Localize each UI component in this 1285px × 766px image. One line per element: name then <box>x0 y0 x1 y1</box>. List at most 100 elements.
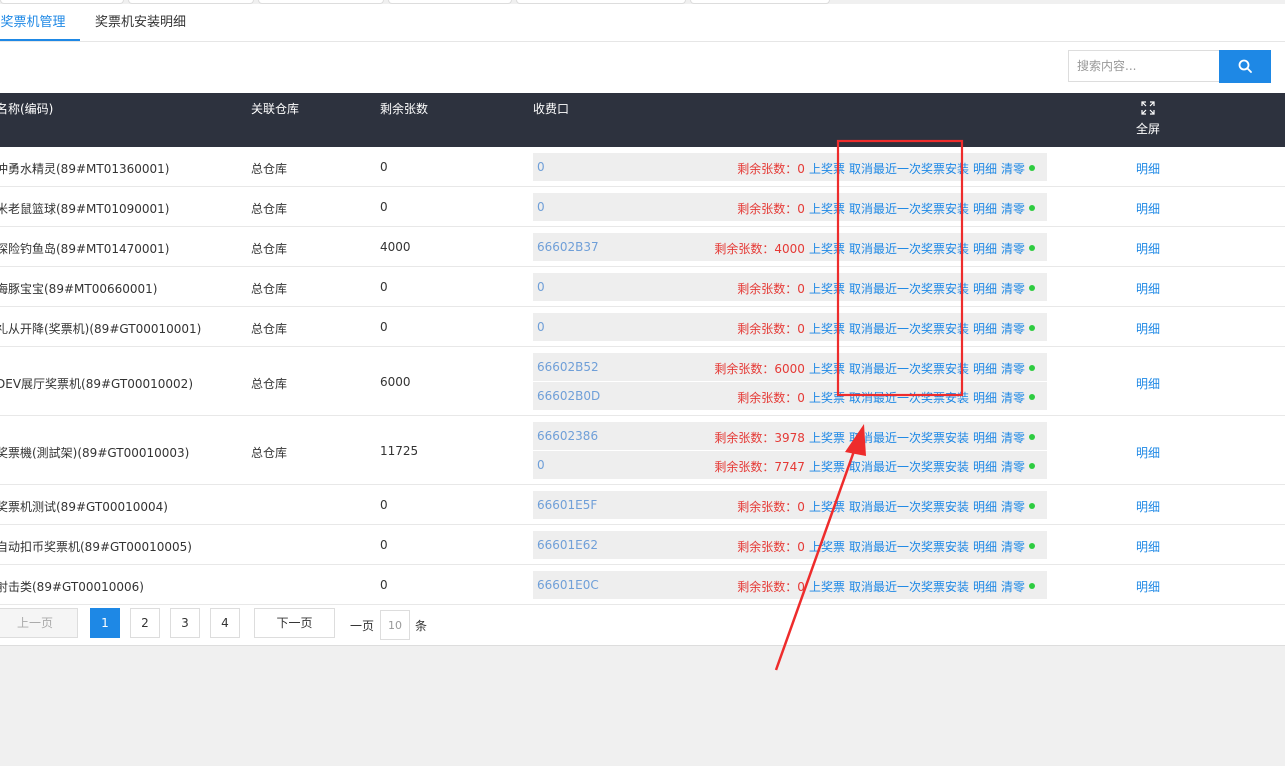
row-detail-link[interactable]: 明细 <box>1136 160 1160 177</box>
fullscreen-button[interactable]: 全屏 <box>1128 101 1168 137</box>
upload-tickets-link[interactable]: 上奖票 <box>809 540 845 554</box>
port-actions: 剩余张数：0 上奖票 取消最近一次奖票安装 明细 清零 <box>737 578 1035 595</box>
port-id-link[interactable]: 0 <box>537 458 545 472</box>
port-detail-link[interactable]: 明细 <box>973 162 997 176</box>
clear-link[interactable]: 清零 <box>1001 362 1025 376</box>
port-id-link[interactable]: 66602386 <box>537 429 598 443</box>
remaining-cell: 0 <box>380 320 388 334</box>
row-detail-link[interactable]: 明细 <box>1136 578 1160 595</box>
remain-prefix: 剩余张数： <box>737 391 798 405</box>
cancel-last-install-link[interactable]: 取消最近一次奖票安装 <box>849 282 969 296</box>
row-detail-link[interactable]: 明细 <box>1136 498 1160 515</box>
row-detail-link[interactable]: 明细 <box>1136 538 1160 555</box>
page-button-1[interactable]: 1 <box>90 608 120 638</box>
row-detail-link[interactable]: 明细 <box>1136 280 1160 297</box>
upload-tickets-link[interactable]: 上奖票 <box>809 242 845 256</box>
upload-tickets-link[interactable]: 上奖票 <box>809 162 845 176</box>
remaining-cell: 0 <box>380 200 388 214</box>
remain-value: 0 <box>797 162 805 176</box>
port-id-link[interactable]: 66601E0C <box>537 578 599 592</box>
cancel-last-install-link[interactable]: 取消最近一次奖票安装 <box>849 391 969 405</box>
clear-link[interactable]: 清零 <box>1001 242 1025 256</box>
cancel-last-install-link[interactable]: 取消最近一次奖票安装 <box>849 362 969 376</box>
prev-page-button[interactable]: 上一页 <box>0 608 78 638</box>
upload-tickets-link[interactable]: 上奖票 <box>809 431 845 445</box>
page-button-2[interactable]: 2 <box>130 608 160 638</box>
cancel-last-install-link[interactable]: 取消最近一次奖票安装 <box>849 431 969 445</box>
per-page-input[interactable] <box>380 610 410 640</box>
port-id-link[interactable]: 0 <box>537 200 545 214</box>
port-detail-link[interactable]: 明细 <box>973 322 997 336</box>
port-detail-link[interactable]: 明细 <box>973 242 997 256</box>
cancel-last-install-link[interactable]: 取消最近一次奖票安装 <box>849 460 969 474</box>
remain-prefix: 剩余张数： <box>737 580 798 594</box>
port-detail-link[interactable]: 明细 <box>973 202 997 216</box>
remaining-cell: 6000 <box>380 375 411 389</box>
machine-name: 海豚宝宝(89#MT00660001) <box>0 282 158 296</box>
port-detail-link[interactable]: 明细 <box>973 460 997 474</box>
clear-link[interactable]: 清零 <box>1001 202 1025 216</box>
upload-tickets-link[interactable]: 上奖票 <box>809 391 845 405</box>
clear-link[interactable]: 清零 <box>1001 322 1025 336</box>
row-detail-link[interactable]: 明细 <box>1136 200 1160 217</box>
port-id-link[interactable]: 66602B37 <box>537 240 599 254</box>
search-input[interactable] <box>1068 50 1220 82</box>
port-detail-link[interactable]: 明细 <box>973 540 997 554</box>
remain-prefix: 剩余张数： <box>737 540 798 554</box>
port-block: 66601E0C 剩余张数：0 上奖票 取消最近一次奖票安装 明细 清零 <box>533 571 1047 599</box>
remaining-cell: 0 <box>380 280 388 294</box>
upload-tickets-link[interactable]: 上奖票 <box>809 282 845 296</box>
port-detail-link[interactable]: 明细 <box>973 580 997 594</box>
port-detail-link[interactable]: 明细 <box>973 282 997 296</box>
row-detail-link[interactable]: 明细 <box>1136 375 1160 392</box>
cancel-last-install-link[interactable]: 取消最近一次奖票安装 <box>849 500 969 514</box>
page-button-3[interactable]: 3 <box>170 608 200 638</box>
tab-ticket-machine-management[interactable]: 奖票机管理 <box>0 4 80 41</box>
port-detail-link[interactable]: 明细 <box>973 391 997 405</box>
page-button-4[interactable]: 4 <box>210 608 240 638</box>
port-detail-link[interactable]: 明细 <box>973 431 997 445</box>
upload-tickets-link[interactable]: 上奖票 <box>809 500 845 514</box>
upload-tickets-link[interactable]: 上奖票 <box>809 460 845 474</box>
cancel-last-install-link[interactable]: 取消最近一次奖票安装 <box>849 322 969 336</box>
upload-tickets-link[interactable]: 上奖票 <box>809 202 845 216</box>
upload-tickets-link[interactable]: 上奖票 <box>809 362 845 376</box>
port-id-link[interactable]: 66601E62 <box>537 538 598 552</box>
table-row: 海豚宝宝(89#MT00660001) 总仓库 0 0 剩余张数：0 上奖票 取消最近一次奖… <box>0 267 1285 307</box>
remain-value: 4000 <box>774 242 805 256</box>
port-id-link[interactable]: 66602B52 <box>537 360 599 374</box>
cancel-last-install-link[interactable]: 取消最近一次奖票安装 <box>849 580 969 594</box>
clear-link[interactable]: 清零 <box>1001 431 1025 445</box>
status-dot-icon <box>1029 205 1035 211</box>
port-id-link[interactable]: 66601E5F <box>537 498 597 512</box>
row-detail-link[interactable]: 明细 <box>1136 240 1160 257</box>
row-detail-link[interactable]: 明细 <box>1136 320 1160 337</box>
search-button[interactable] <box>1219 50 1271 83</box>
table-row: 奖票机测试(89#GT00010004) 0 66601E5F 剩余张数：0 上奖票 取消… <box>0 485 1285 525</box>
port-id-link[interactable]: 0 <box>537 320 545 334</box>
remain-value: 0 <box>797 202 805 216</box>
cancel-last-install-link[interactable]: 取消最近一次奖票安装 <box>849 162 969 176</box>
port-id-link[interactable]: 0 <box>537 280 545 294</box>
cancel-last-install-link[interactable]: 取消最近一次奖票安装 <box>849 242 969 256</box>
clear-link[interactable]: 清零 <box>1001 391 1025 405</box>
port-id-link[interactable]: 66602B0D <box>537 389 600 403</box>
clear-link[interactable]: 清零 <box>1001 460 1025 474</box>
upload-tickets-link[interactable]: 上奖票 <box>809 322 845 336</box>
remain-value: 0 <box>797 282 805 296</box>
header-ports: 收费口 <box>533 102 570 116</box>
row-detail-link[interactable]: 明细 <box>1136 444 1160 461</box>
cancel-last-install-link[interactable]: 取消最近一次奖票安装 <box>849 202 969 216</box>
cancel-last-install-link[interactable]: 取消最近一次奖票安装 <box>849 540 969 554</box>
clear-link[interactable]: 清零 <box>1001 540 1025 554</box>
next-page-button[interactable]: 下一页 <box>254 608 335 638</box>
port-id-link[interactable]: 0 <box>537 160 545 174</box>
clear-link[interactable]: 清零 <box>1001 500 1025 514</box>
upload-tickets-link[interactable]: 上奖票 <box>809 580 845 594</box>
port-detail-link[interactable]: 明细 <box>973 362 997 376</box>
clear-link[interactable]: 清零 <box>1001 162 1025 176</box>
tab-install-details[interactable]: 奖票机安装明细 <box>95 4 186 41</box>
port-detail-link[interactable]: 明细 <box>973 500 997 514</box>
clear-link[interactable]: 清零 <box>1001 282 1025 296</box>
clear-link[interactable]: 清零 <box>1001 580 1025 594</box>
